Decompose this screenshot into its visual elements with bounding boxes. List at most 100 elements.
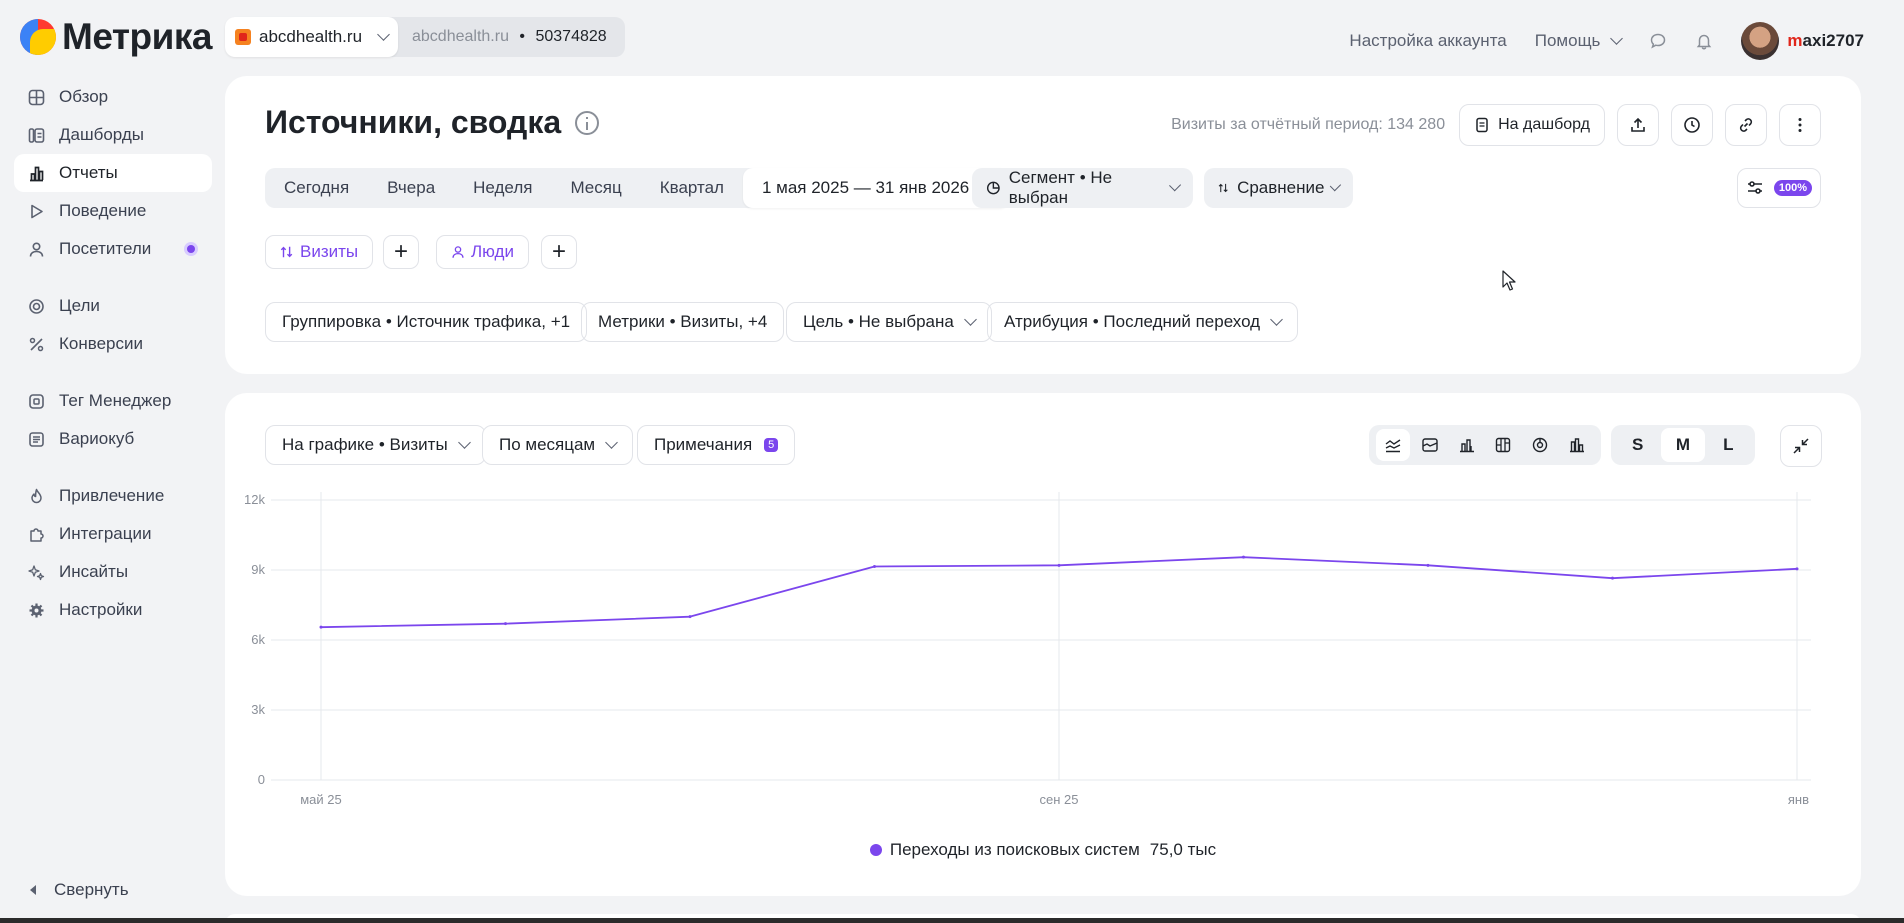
counter-domain: abcdhealth.ru (412, 28, 509, 45)
username: maxi2707 (1787, 31, 1864, 50)
info-icon[interactable] (575, 110, 600, 135)
sidebar-item-visitors[interactable]: Посетители (14, 230, 212, 268)
period-quarter[interactable]: Квартал (641, 168, 743, 208)
sidebar-item-tag-manager[interactable]: Тег Менеджер (14, 382, 212, 420)
collapse-chart-button[interactable] (1780, 425, 1822, 467)
size-s-button[interactable]: S (1616, 428, 1660, 462)
sidebar-item-overview[interactable]: Обзор (14, 78, 212, 116)
chart-type-column[interactable] (1450, 429, 1484, 461)
bar-chart-icon (1569, 438, 1584, 453)
chat-icon[interactable] (1649, 32, 1667, 50)
line-chart-icon (1385, 439, 1401, 453)
people-chip[interactable]: Люди (436, 235, 529, 269)
metrica-logo-icon (20, 19, 56, 55)
sidebar-item-conversions[interactable]: Конверсии (14, 325, 212, 363)
sidebar-item-reports[interactable]: Отчеты (14, 154, 212, 192)
sidebar-item-label: Настройки (59, 600, 143, 619)
chevron-down-icon (1330, 180, 1342, 191)
sidebar-item-label: Дашборды (59, 125, 144, 144)
sidebar-item-label: Конверсии (59, 334, 143, 353)
size-m-button[interactable]: M (1660, 428, 1705, 462)
attribution-label: Атрибуция • Последний переход (1004, 312, 1261, 331)
grouping-selector[interactable]: Группировка • Источник трафика, +1 (265, 302, 588, 342)
report-settings-button[interactable]: 100% (1737, 168, 1821, 208)
sidebar-item-dashboards[interactable]: Дашборды (14, 116, 212, 154)
date-range-picker[interactable]: 1 мая 2025 — 31 янв 2026 (742, 168, 1010, 208)
sidebar-item-variocube[interactable]: Вариокуб (14, 420, 212, 458)
chart-metric-selector[interactable]: На графике • Визиты (265, 425, 486, 465)
visits-total: Визиты за отчётный период: 134 280 (1171, 116, 1446, 133)
sidebar-item-label: Интеграции (59, 524, 152, 543)
chevron-down-icon (457, 436, 471, 449)
size-l-button[interactable]: L (1706, 428, 1750, 462)
account-settings-link[interactable]: Настройка аккаунта (1349, 31, 1506, 51)
new-badge-icon (184, 242, 198, 256)
date-range-label: 1 мая 2025 — 31 янв 2026 (761, 178, 970, 197)
chart-type-stacked[interactable] (1486, 429, 1520, 461)
top-navigation: Настройка аккаунта Помощь maxi2707 (1349, 22, 1864, 60)
more-button[interactable] (1779, 104, 1821, 146)
visits-chip[interactable]: Визиты (265, 235, 374, 269)
grid-icon (28, 89, 45, 105)
upload-icon (1631, 117, 1645, 132)
data-point (319, 625, 323, 629)
period-today[interactable]: Сегодня (265, 168, 368, 208)
column-chart-icon (1459, 439, 1474, 453)
goal-selector[interactable]: Цель • Не выбрана (786, 302, 992, 342)
y-tick-label: 6k (251, 632, 265, 647)
flame-icon (31, 488, 42, 503)
site-dropdown[interactable]: abcdhealth.ru (225, 17, 398, 57)
chart-legend[interactable]: Переходы из поисковых систем 75,0 тыс (225, 840, 1861, 860)
user-menu[interactable]: maxi2707 (1741, 22, 1864, 60)
dashboard-icon (1476, 117, 1488, 133)
add-visits-filter-button[interactable]: + (383, 235, 419, 269)
cube-icon (29, 431, 44, 447)
x-tick-label: май 25 (300, 792, 342, 807)
puzzle-icon (30, 527, 44, 542)
attribution-selector[interactable]: Атрибуция • Последний переход (987, 302, 1299, 342)
segment-selector[interactable]: Сегмент • Не выбран (972, 168, 1193, 208)
add-people-filter-button[interactable]: + (541, 235, 577, 269)
to-dashboard-button[interactable]: На дашборд (1459, 104, 1605, 146)
site-domain: abcdhealth.ru (259, 27, 363, 46)
export-button[interactable] (1617, 104, 1659, 146)
compare-selector[interactable]: Сравнение (1204, 168, 1353, 208)
sidebar-item-label: Инсайты (59, 562, 129, 581)
help-menu[interactable]: Помощь (1535, 31, 1624, 51)
history-button[interactable] (1671, 104, 1713, 146)
collapse-sidebar-button[interactable]: Свернуть (30, 880, 129, 900)
legend-series-total: 75,0 тыс (1149, 840, 1217, 859)
chart-type-switcher (1369, 425, 1601, 465)
tag-icon (29, 393, 44, 409)
site-selector[interactable]: abcdhealth.ru abcdhealth.ru • 50374828 (225, 17, 625, 57)
dashboard-icon (28, 127, 45, 143)
chart-type-area[interactable] (1413, 429, 1447, 461)
y-tick-label: 12k (244, 492, 265, 507)
sidebar-item-insights[interactable]: Инсайты (14, 553, 212, 591)
sidebar-item-acquisition[interactable]: Привлечение (14, 477, 212, 515)
period-week[interactable]: Неделя (454, 168, 551, 208)
sidebar-item-label: Цели (59, 296, 100, 315)
chart-metric-label: На графике • Визиты (282, 435, 448, 454)
app-logo[interactable]: Метрика (20, 16, 212, 58)
app-name: Метрика (62, 16, 212, 57)
y-tick-label: 9k (251, 562, 265, 577)
bell-icon[interactable] (1695, 32, 1713, 50)
sidebar-item-behavior[interactable]: Поведение (14, 192, 212, 230)
chart-granularity-selector[interactable]: По месяцам (482, 425, 634, 465)
sidebar-item-settings[interactable]: Настройки (14, 591, 212, 629)
sidebar-item-goals[interactable]: Цели (14, 287, 212, 325)
period-yesterday[interactable]: Вчера (368, 168, 454, 208)
period-month[interactable]: Месяц (551, 168, 640, 208)
share-link-button[interactable] (1725, 104, 1767, 146)
visits-chip-label: Визиты (300, 242, 359, 261)
sidebar-item-integrations[interactable]: Интеграции (14, 515, 212, 553)
data-point (1426, 563, 1430, 567)
chart-type-line[interactable] (1376, 429, 1411, 461)
metrics-selector[interactable]: Метрики • Визиты, +4 (581, 302, 785, 342)
chart-type-bar[interactable] (1560, 429, 1594, 461)
clock-icon (1684, 117, 1700, 133)
chart-type-pie[interactable] (1523, 429, 1557, 461)
link-icon (1739, 118, 1753, 132)
notes-button[interactable]: Примечания 5 (637, 425, 796, 465)
